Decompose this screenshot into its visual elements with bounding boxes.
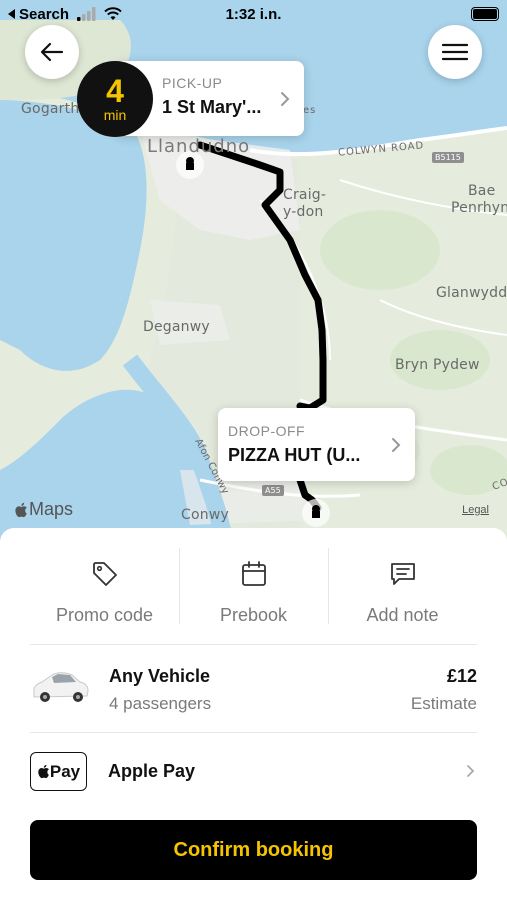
divider (30, 732, 477, 733)
arrow-left-icon (40, 42, 64, 62)
cellular-signal-icon (77, 7, 96, 21)
eta-value: 4 (106, 73, 124, 109)
hamburger-menu-icon (442, 43, 468, 61)
dropoff-callout[interactable]: DROP-OFF PIZZA HUT (U... (218, 408, 415, 481)
map-label-craig-y-don-1: Craig- (283, 187, 327, 203)
road-badge-a55: A55 (262, 485, 284, 496)
apple-maps-attribution: Maps (14, 499, 73, 520)
promo-code-button[interactable]: Promo code (30, 546, 179, 626)
map-label-bae: Bae (468, 183, 496, 199)
eta-badge: 4 min (77, 61, 153, 137)
apple-pay-badge: Pay (30, 752, 87, 791)
pickup-caption: PICK-UP (162, 75, 223, 91)
map-label-es: es (303, 105, 317, 116)
promo-code-label: Promo code (55, 605, 154, 625)
payment-method-label: Apple Pay (108, 761, 196, 781)
legal-link[interactable]: Legal (462, 504, 489, 516)
action-row: Promo code Prebook Add note (30, 546, 477, 626)
map-label-deganwy: Deganwy (143, 319, 210, 335)
vehicle-title: Any Vehicle (109, 666, 211, 686)
eta-unit: min (103, 107, 127, 123)
map-label-llandudno: Llandudno (147, 136, 251, 157)
road-badge-b5115: B5115 (432, 152, 464, 163)
prebook-button[interactable]: Prebook (179, 546, 328, 626)
map-label-gogarth: Gogarth (21, 101, 80, 117)
map-label-penrhyn: Penrhyn (451, 200, 507, 216)
apple-logo-icon (15, 502, 27, 517)
status-bar: Search 1:32 i.n. (0, 0, 507, 28)
back-app-label: Search (19, 5, 70, 23)
map-label-craig-y-don-2: y-don (283, 204, 324, 220)
menu-button[interactable] (428, 25, 482, 79)
divider (30, 644, 477, 645)
apple-logo-icon (38, 764, 49, 779)
price-value: £12 (446, 666, 477, 686)
calendar-icon (241, 560, 266, 586)
vehicle-option[interactable]: Any Vehicle 4 passengers £12 Estimate (30, 662, 477, 713)
payment-method-row[interactable]: Pay Apple Pay (30, 752, 477, 792)
battery-icon (471, 7, 499, 21)
dropoff-caption: DROP-OFF (228, 423, 306, 439)
wifi-icon (104, 7, 122, 20)
map-label-conwy: Conwy (181, 507, 229, 523)
back-button[interactable] (25, 25, 79, 79)
add-note-button[interactable]: Add note (328, 546, 477, 626)
dropoff-address: PIZZA HUT (U... (228, 445, 361, 465)
apple-pay-badge-text: Pay (49, 761, 81, 781)
map-label-glanwydden: Glanwydd (436, 285, 507, 301)
note-icon (390, 562, 415, 585)
chevron-right-icon (281, 91, 290, 106)
back-triangle-icon (8, 9, 15, 19)
price-note: Estimate (410, 694, 477, 713)
dropoff-pin-icon (302, 499, 330, 527)
chevron-right-icon (467, 765, 475, 777)
tag-icon (92, 561, 117, 586)
chevron-right-icon (392, 437, 401, 452)
vehicle-passengers: 4 passengers (109, 694, 212, 713)
prebook-label: Prebook (219, 605, 288, 625)
confirm-booking-button[interactable]: Confirm booking (30, 820, 477, 880)
maps-text: Maps (29, 499, 74, 519)
booking-sheet: Promo code Prebook Add note Any Vehicle … (0, 528, 507, 900)
back-to-app[interactable]: Search (8, 6, 122, 23)
car-icon (33, 672, 89, 702)
map-label-bryn-pydew: Bryn Pydew (395, 357, 480, 373)
add-note-label: Add note (366, 605, 439, 625)
